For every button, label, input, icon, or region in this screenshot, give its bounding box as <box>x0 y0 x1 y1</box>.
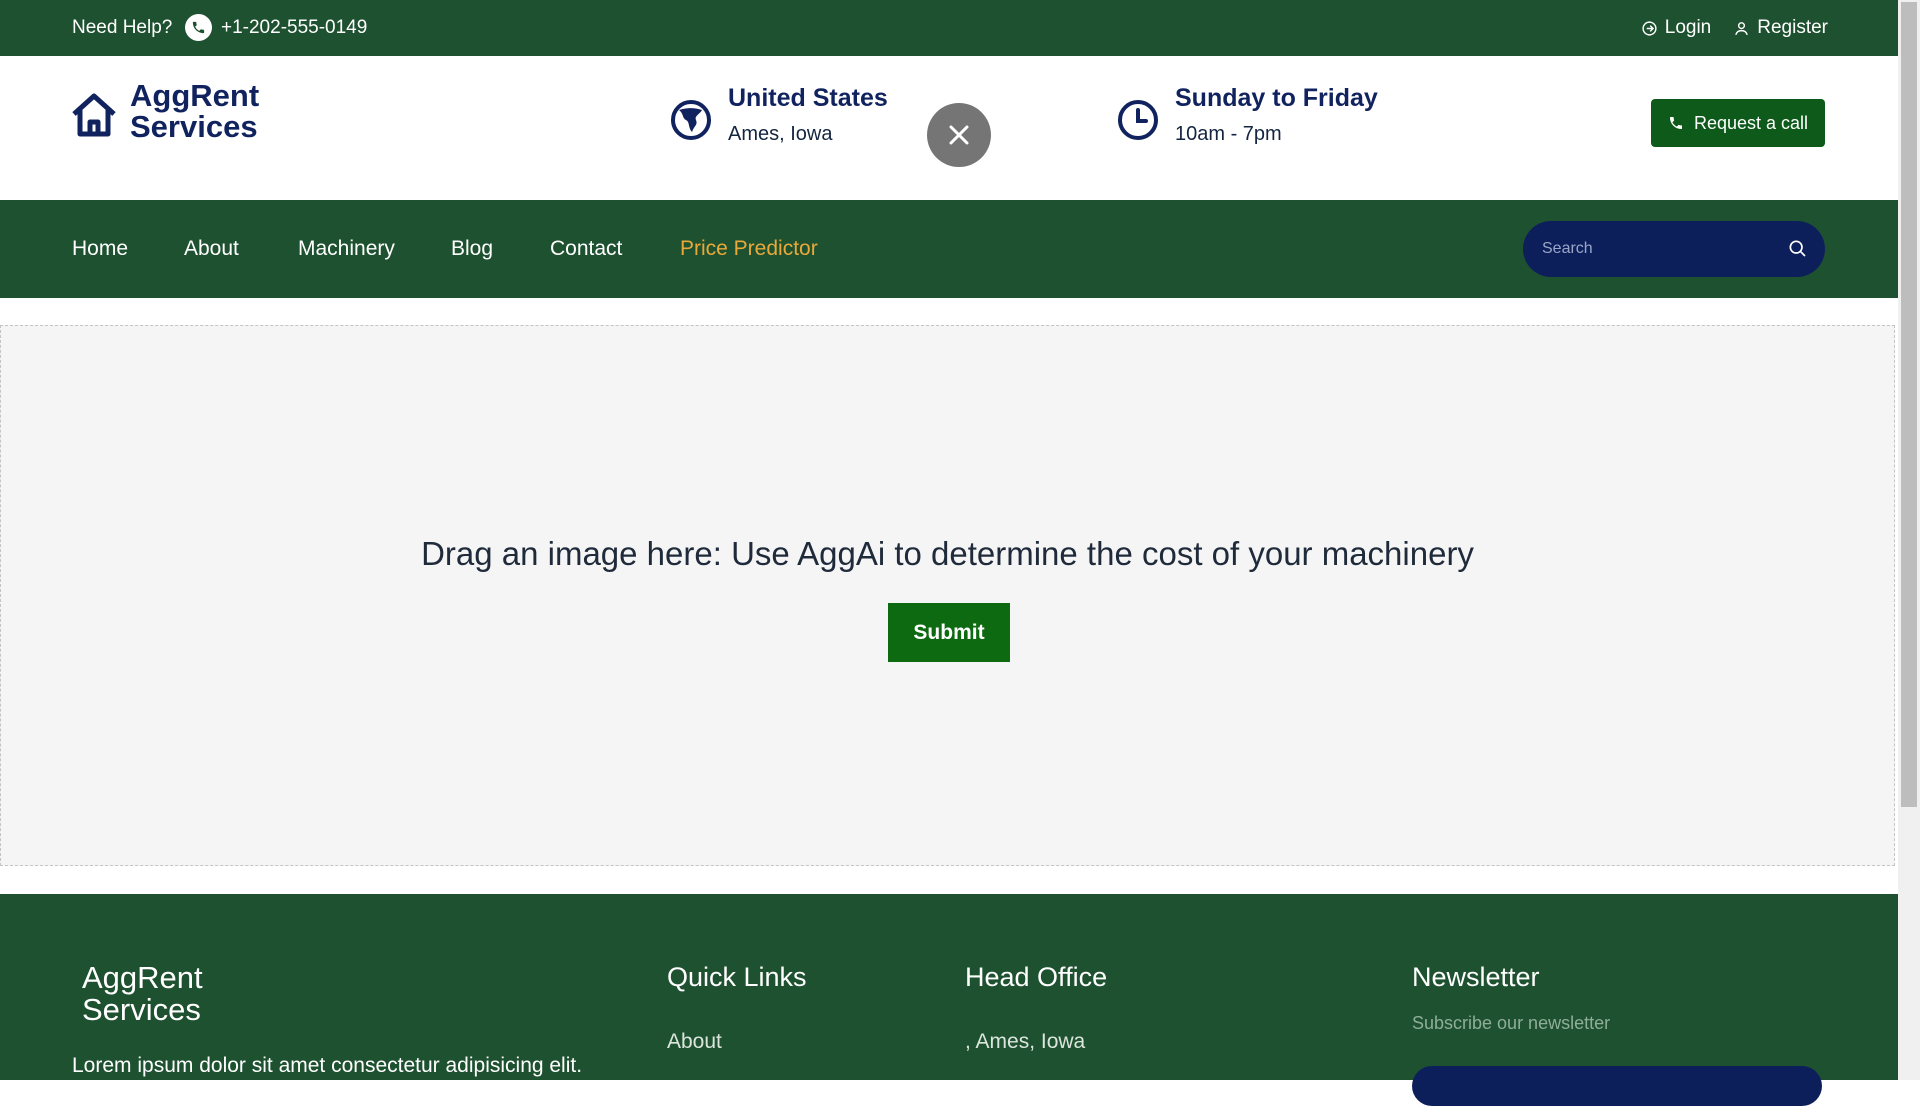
request-call-button[interactable]: Request a call <box>1651 99 1825 147</box>
top-bar: Need Help? +1-202-555-0149 Login Registe… <box>0 0 1898 56</box>
nav-price-predictor[interactable]: Price Predictor <box>680 237 818 261</box>
image-drop-zone[interactable]: Drag an image here: Use AggAi to determi… <box>0 325 1895 866</box>
nav-about[interactable]: About <box>184 237 239 261</box>
working-hours: 10am - 7pm <box>1175 123 1282 145</box>
user-icon <box>1735 21 1749 35</box>
quick-links-heading: Quick Links <box>667 962 807 992</box>
footer-brand-line2: Services <box>82 991 201 1027</box>
drop-zone-prompt: Drag an image here: Use AggAi to determi… <box>421 535 1474 572</box>
newsletter-email-input[interactable] <box>1412 1066 1822 1106</box>
footer-link-about[interactable]: About <box>667 1030 722 1054</box>
head-office-address: , Ames, Iowa <box>965 1030 1086 1053</box>
need-help-text: Need Help? <box>72 17 173 38</box>
brand-name-line2: Services <box>130 109 258 144</box>
nav-home[interactable]: Home <box>72 237 128 261</box>
brand-name-line1: AggRent <box>130 78 260 113</box>
nav-contact[interactable]: Contact <box>550 237 622 261</box>
footer-brand[interactable]: AggRent Services <box>82 962 203 1025</box>
footer-brand-line1: AggRent <box>82 960 203 995</box>
register-label: Register <box>1757 17 1828 38</box>
newsletter-subtext: Subscribe our newsletter <box>1412 1013 1611 1033</box>
phone-number[interactable]: +1-202-555-0149 <box>221 17 367 39</box>
city: Ames, Iowa <box>728 123 833 145</box>
request-call-label: Request a call <box>1693 112 1809 133</box>
login-icon <box>1642 20 1657 36</box>
phone-icon <box>1669 117 1682 129</box>
submit-button[interactable]: Submit <box>888 603 1010 662</box>
nav-machinery[interactable]: Machinery <box>298 237 395 261</box>
login-link[interactable]: Login <box>1641 17 1712 39</box>
country: United States <box>728 84 888 112</box>
page-scrollbar[interactable] <box>1898 0 1920 1080</box>
phone-icon <box>185 14 212 41</box>
scrollbar-thumb[interactable] <box>1901 2 1917 807</box>
nav-blog[interactable]: Blog <box>451 237 493 261</box>
close-button[interactable] <box>927 103 991 167</box>
register-link[interactable]: Register <box>1733 17 1828 39</box>
working-days: Sunday to Friday <box>1175 84 1378 112</box>
search-icon[interactable] <box>1787 238 1807 258</box>
hours-info: Sunday to Friday 10am - 7pm <box>1117 84 1378 146</box>
newsletter-heading: Newsletter <box>1412 962 1540 992</box>
brand-logo[interactable]: AggRent Services <box>130 80 259 142</box>
auth-links: Login Register <box>1641 17 1828 39</box>
brand-bar: AggRent Services United States Ames, Iow… <box>0 56 1898 200</box>
login-label: Login <box>1664 17 1712 38</box>
location-info: United States Ames, Iowa <box>670 84 888 146</box>
globe-icon <box>671 100 711 140</box>
head-office-heading: Head Office <box>965 962 1108 992</box>
home-icon[interactable] <box>70 92 118 143</box>
search-input[interactable] <box>1540 239 1774 259</box>
footer: AggRent Services Lorem ipsum dolor sit a… <box>0 894 1898 1106</box>
clock-icon <box>1118 100 1158 140</box>
search-box <box>1523 221 1825 277</box>
close-icon <box>949 125 969 145</box>
footer-description: Lorem ipsum dolor sit amet consectetur a… <box>72 1054 583 1077</box>
